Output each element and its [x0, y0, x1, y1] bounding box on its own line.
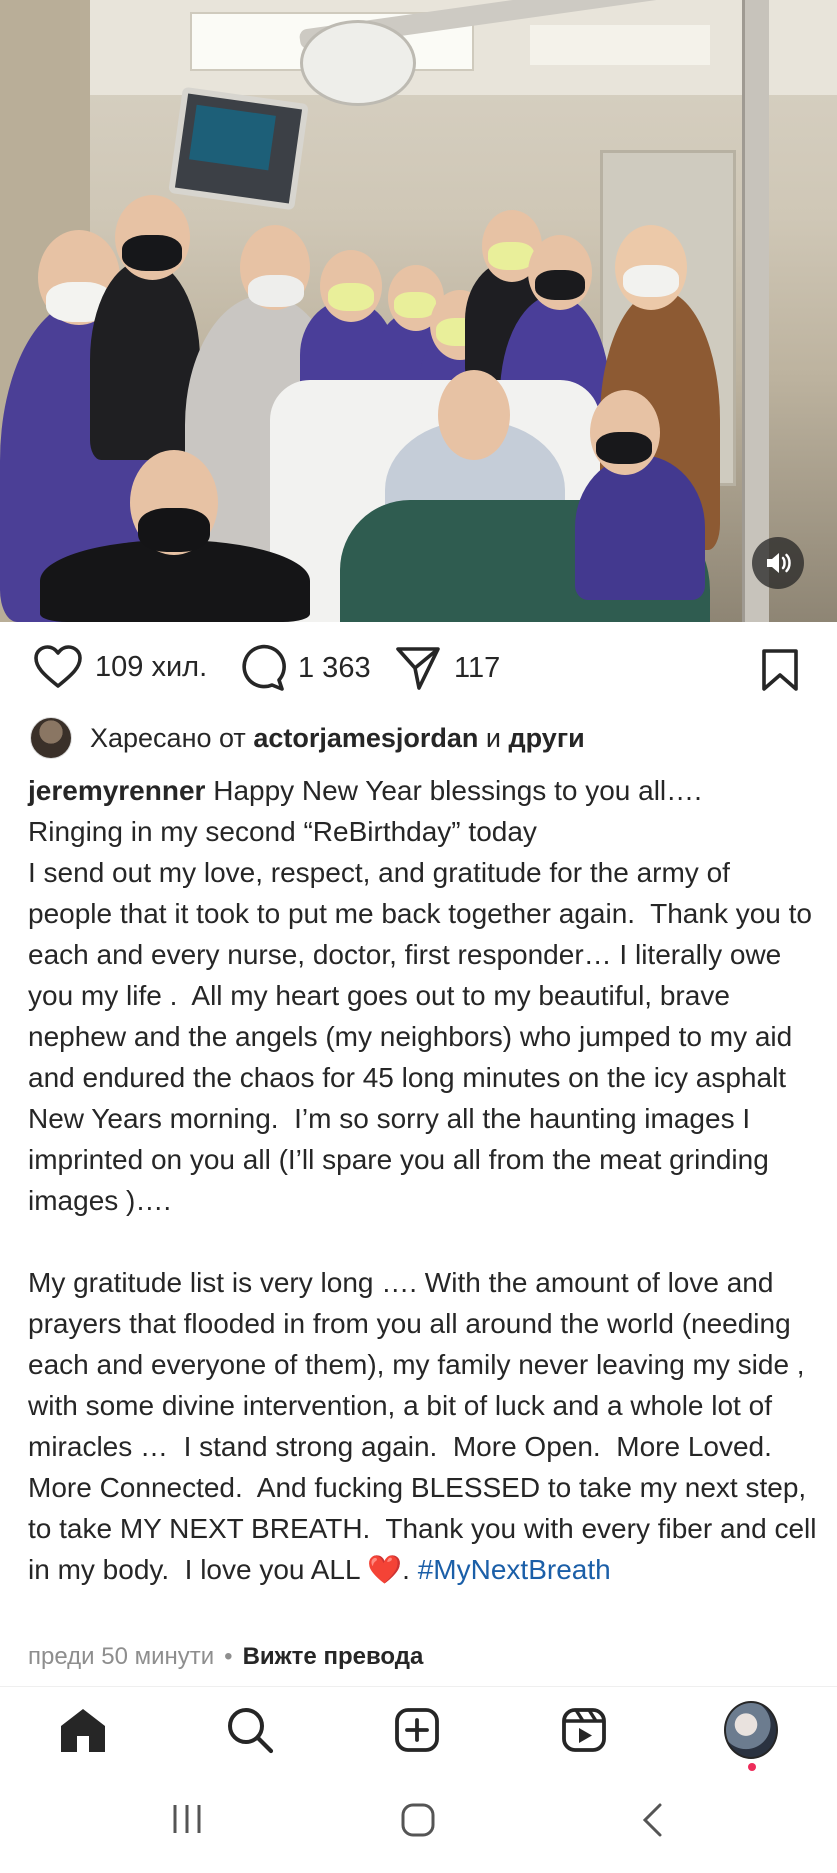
like-count[interactable]: 109 хил.	[95, 651, 207, 684]
photo-mask	[122, 235, 182, 271]
meta-separator: •	[224, 1643, 233, 1670]
photo-surgical-lamp	[300, 20, 416, 106]
photo-mask	[535, 270, 585, 300]
comment-count[interactable]: 1 363	[298, 652, 371, 685]
like-button[interactable]: 109 хил.	[33, 644, 207, 690]
photo-ceiling-light	[530, 25, 710, 65]
liked-by-row[interactable]: Харесано от actorjamesjordan и други	[30, 717, 585, 759]
post-action-bar: 109 хил. 1 363 117	[0, 622, 837, 714]
comment-icon	[242, 644, 286, 691]
recent-apps-icon	[173, 1805, 201, 1833]
liked-by-connector: и	[485, 722, 502, 753]
post-timestamp: преди 50 минути	[28, 1643, 215, 1670]
see-translation-link[interactable]: Вижте превода	[243, 1643, 424, 1671]
save-button[interactable]	[760, 648, 800, 697]
reels-icon	[562, 1708, 606, 1752]
share-button[interactable]: 117	[394, 644, 500, 692]
caption-hashtag[interactable]: #MyNextBreath	[418, 1554, 611, 1585]
liked-by-others[interactable]: други	[509, 723, 585, 754]
system-navigation-bar	[0, 1772, 837, 1873]
photo-iv-pole	[742, 0, 769, 622]
speaker-icon	[767, 553, 791, 573]
photo-person	[575, 455, 705, 600]
photo-mask	[328, 283, 374, 311]
caption-text-end: .	[402, 1554, 418, 1585]
add-post-icon	[395, 1708, 439, 1752]
system-home-icon	[401, 1803, 435, 1837]
photo-monitor	[168, 86, 309, 211]
caption-username[interactable]: jeremyrenner	[28, 775, 205, 806]
photo-person	[90, 260, 200, 460]
search-icon	[228, 1708, 274, 1754]
photo-mask	[623, 265, 679, 297]
photo-mask	[488, 242, 534, 270]
bookmark-icon	[762, 649, 798, 691]
bottom-navigation	[0, 1686, 837, 1773]
back-button[interactable]	[640, 1802, 666, 1843]
nav-reels[interactable]	[557, 1703, 611, 1757]
profile-avatar	[724, 1701, 778, 1759]
nav-search[interactable]	[223, 1703, 277, 1757]
post-photo[interactable]	[0, 0, 837, 622]
send-icon	[396, 647, 440, 690]
liked-by-prefix: Харесано от	[90, 722, 246, 753]
photo-mask	[596, 432, 652, 464]
share-count[interactable]: 117	[454, 652, 500, 685]
post-caption: jeremyrenner Happy New Year blessings to…	[28, 770, 818, 1590]
liked-by-user[interactable]: actorjamesjordan	[253, 723, 478, 754]
nav-profile[interactable]	[724, 1701, 778, 1771]
sound-toggle-button[interactable]	[752, 537, 804, 589]
photo-mask	[394, 292, 436, 318]
recent-apps-button[interactable]	[170, 1802, 204, 1841]
photo-mask	[138, 508, 210, 552]
comment-button[interactable]: 1 363	[238, 644, 371, 692]
nav-create[interactable]	[390, 1703, 444, 1757]
home-icon	[61, 1709, 105, 1752]
nav-home[interactable]	[56, 1703, 110, 1757]
back-icon	[642, 1803, 662, 1837]
post-meta: преди 50 минути • Вижте превода	[28, 1643, 423, 1671]
caption-text: Happy New Year blessings to you all…. Ri…	[28, 775, 817, 1585]
photo-mask	[248, 275, 304, 307]
system-home-button[interactable]	[400, 1802, 436, 1843]
photo-patient-head	[438, 370, 510, 460]
liker-avatar[interactable]	[30, 717, 72, 759]
heart-emoji: ❤️	[367, 1554, 403, 1585]
heart-icon	[34, 645, 82, 688]
notification-dot	[748, 1763, 756, 1771]
